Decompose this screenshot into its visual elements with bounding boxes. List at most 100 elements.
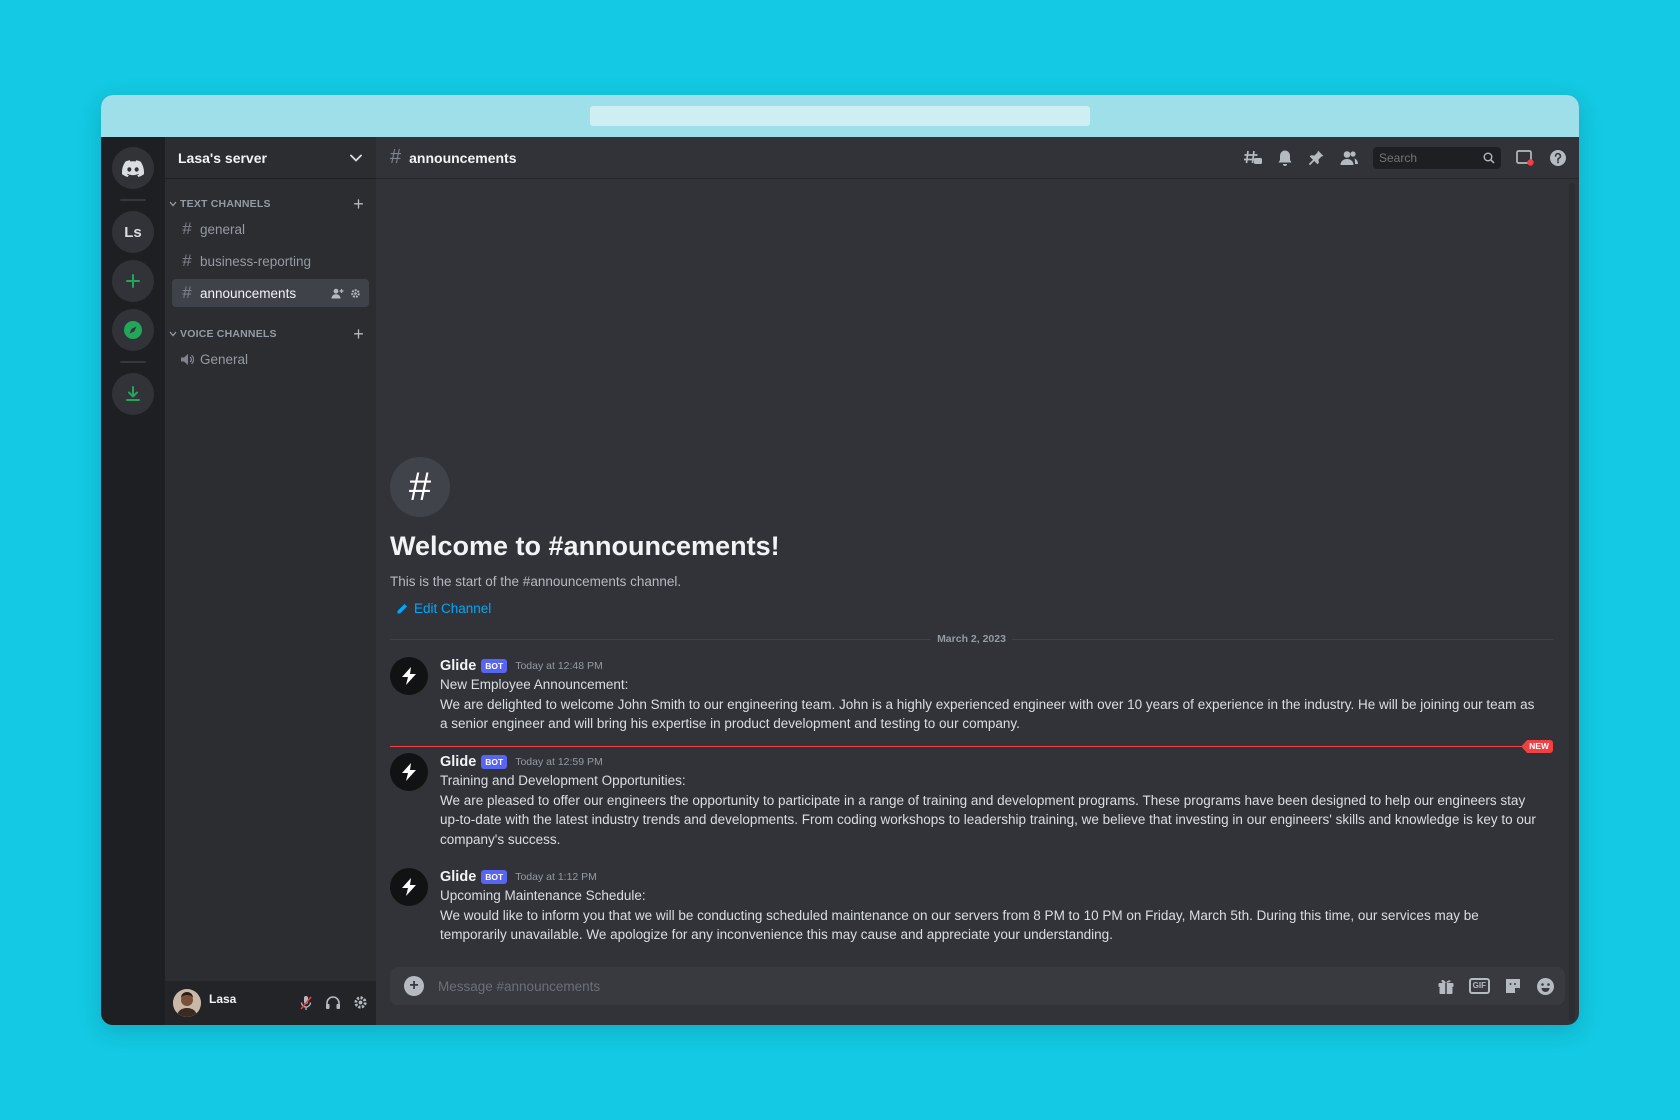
- gift-icon[interactable]: [1437, 977, 1455, 995]
- create-channel-icon[interactable]: +: [353, 325, 364, 343]
- chevron-down-icon: [169, 331, 177, 337]
- attach-plus-icon[interactable]: +: [404, 976, 424, 996]
- create-channel-icon[interactable]: +: [353, 195, 364, 213]
- hash-icon: #: [182, 251, 192, 270]
- channel-general[interactable]: # general: [172, 215, 369, 243]
- channel-sidebar: Lasa's server TEXT CHANNELS + # general …: [165, 137, 376, 1025]
- message-text: Upcoming Maintenance Schedule:: [440, 888, 646, 903]
- server-icon-lasas-server[interactable]: Ls: [112, 211, 154, 253]
- edit-channel-label: Edit Channel: [414, 601, 492, 616]
- channel-header: # announcements: [376, 137, 1579, 179]
- download-icon: [126, 386, 140, 401]
- message-body: Glide BOT Today at 12:48 PM New Employee…: [440, 657, 1539, 734]
- category-label: TEXT CHANNELS: [180, 198, 271, 210]
- channel-hash-icon: #: [390, 457, 450, 517]
- help-icon[interactable]: [1549, 149, 1567, 167]
- lightning-bolt-icon: [402, 878, 416, 896]
- message-text: We would like to inform you that we will…: [440, 907, 1479, 943]
- speaker-icon: [181, 353, 194, 365]
- emoji-icon[interactable]: [1536, 977, 1555, 996]
- message[interactable]: Glide BOT Today at 1:12 PM Upcoming Main…: [390, 868, 1539, 945]
- gear-icon[interactable]: [350, 288, 361, 299]
- window-titlebar: [101, 95, 1579, 137]
- lightning-bolt-icon: [402, 667, 416, 685]
- message-input[interactable]: [438, 978, 1437, 994]
- channel-welcome: # Welcome to #announcements! This is the…: [390, 457, 780, 616]
- message-timestamp: Today at 1:12 PM: [515, 871, 597, 883]
- add-server-button[interactable]: [112, 260, 154, 302]
- message[interactable]: Glide BOT Today at 12:59 PM Training and…: [390, 753, 1539, 849]
- message-text: New Employee Announcement:: [440, 677, 629, 692]
- voice-channels-category[interactable]: VOICE CHANNELS +: [165, 325, 376, 343]
- search-bar[interactable]: [1373, 146, 1501, 169]
- inbox-icon[interactable]: [1515, 149, 1535, 167]
- message[interactable]: Glide BOT Today at 12:48 PM New Employee…: [390, 657, 1539, 734]
- address-bar[interactable]: [590, 106, 1090, 126]
- notification-bell-icon[interactable]: [1277, 149, 1293, 167]
- user-panel: Lasa: [165, 981, 376, 1025]
- user-settings-gear-icon[interactable]: [353, 995, 368, 1010]
- text-channels-category[interactable]: TEXT CHANNELS +: [165, 195, 376, 213]
- message-text: We are pleased to offer our engineers th…: [440, 792, 1536, 847]
- rail-separator: [120, 199, 146, 201]
- message-list[interactable]: # Welcome to #announcements! This is the…: [376, 179, 1579, 1025]
- rail-separator: [120, 361, 146, 363]
- plus-icon: [126, 274, 140, 288]
- server-initials: Ls: [124, 223, 142, 241]
- username: Lasa: [209, 992, 237, 1006]
- pin-icon[interactable]: [1307, 149, 1325, 167]
- user-avatar-icon: [173, 989, 201, 1017]
- home-button[interactable]: [112, 147, 154, 189]
- hash-icon: #: [390, 146, 402, 168]
- member-list-icon[interactable]: [1339, 150, 1359, 166]
- channel-label: general: [200, 221, 246, 237]
- server-rail: Ls: [101, 137, 165, 1025]
- hash-icon: #: [182, 283, 192, 302]
- gif-button[interactable]: GIF: [1468, 978, 1490, 994]
- explore-servers-button[interactable]: [112, 309, 154, 351]
- message-text: We are delighted to welcome John Smith t…: [440, 696, 1535, 732]
- threads-icon[interactable]: [1243, 149, 1263, 167]
- channel-label: General: [200, 351, 249, 367]
- date-label: March 2, 2023: [937, 633, 1006, 645]
- search-input[interactable]: [1379, 150, 1479, 165]
- bot-badge: BOT: [481, 755, 508, 769]
- new-messages-divider: NEW: [390, 740, 1553, 753]
- avatar[interactable]: [390, 657, 428, 695]
- message-author[interactable]: Glide: [440, 753, 476, 771]
- sticker-icon[interactable]: [1504, 977, 1522, 995]
- compass-icon: [124, 321, 142, 339]
- category-label: VOICE CHANNELS: [180, 328, 277, 340]
- microphone-muted-icon[interactable]: [299, 995, 313, 1011]
- bot-badge: BOT: [481, 659, 508, 673]
- channel-business-reporting[interactable]: # business-reporting: [172, 247, 369, 275]
- message-timestamp: Today at 12:48 PM: [515, 660, 603, 672]
- message-timestamp: Today at 12:59 PM: [515, 756, 603, 768]
- app-window: Ls Lasa's server TEXT CHANNELS + # gener…: [101, 95, 1579, 1025]
- message-body: Glide BOT Today at 1:12 PM Upcoming Main…: [440, 868, 1539, 945]
- server-header[interactable]: Lasa's server: [165, 137, 376, 179]
- message-author[interactable]: Glide: [440, 657, 476, 675]
- welcome-subtitle: This is the start of the #announcements …: [390, 574, 682, 589]
- channel-label: announcements: [200, 285, 297, 301]
- lightning-bolt-icon: [402, 763, 416, 781]
- date-divider: March 2, 2023: [390, 632, 1554, 646]
- invite-icon[interactable]: [331, 288, 344, 299]
- message-author[interactable]: Glide: [440, 868, 476, 886]
- avatar[interactable]: [173, 989, 201, 1017]
- voice-channel-general[interactable]: General: [172, 345, 369, 373]
- avatar[interactable]: [390, 868, 428, 906]
- chevron-down-icon: [169, 201, 177, 207]
- headphones-icon[interactable]: [325, 995, 341, 1010]
- channel-announcements[interactable]: # announcements: [172, 279, 369, 307]
- server-name: Lasa's server: [178, 149, 267, 166]
- edit-channel-link[interactable]: Edit Channel: [396, 601, 780, 616]
- welcome-title: Welcome to #announcements!: [390, 531, 780, 561]
- message-composer: + GIF: [390, 967, 1565, 1005]
- channel-title: announcements: [409, 149, 517, 166]
- scrollbar[interactable]: [1569, 183, 1575, 1021]
- channel-label: business-reporting: [200, 253, 312, 269]
- avatar[interactable]: [390, 753, 428, 791]
- pencil-icon: [397, 603, 407, 613]
- download-apps-button[interactable]: [112, 373, 154, 415]
